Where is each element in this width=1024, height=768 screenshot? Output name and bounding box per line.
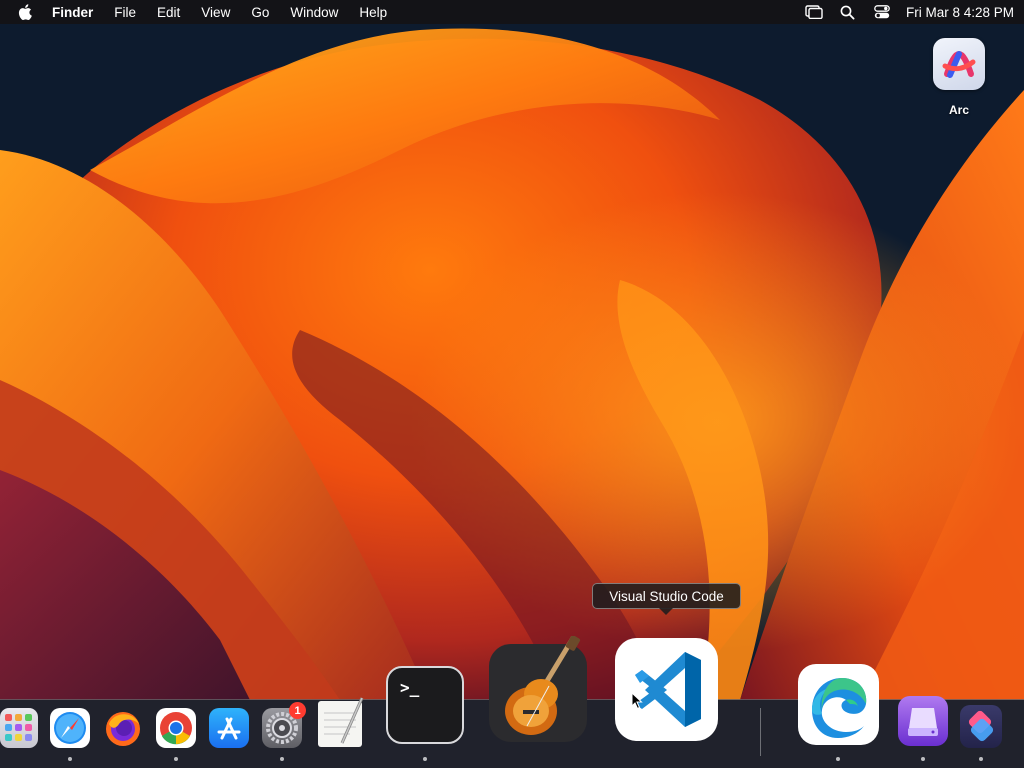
screen-mirroring-icon[interactable]: [804, 4, 824, 20]
dock-item-garageband[interactable]: [489, 635, 589, 746]
terminal-prompt: >_: [400, 678, 420, 697]
running-indicator: [68, 757, 72, 761]
dock-item-launchpad[interactable]: [0, 708, 38, 748]
edge-icon: [798, 664, 879, 745]
menu-clock[interactable]: Fri Mar 8 4:28 PM: [906, 5, 1014, 20]
terminal-icon: >_: [386, 666, 464, 744]
dock-item-textedit[interactable]: [316, 695, 366, 748]
dock-item-vscode[interactable]: [615, 638, 718, 741]
dock-item-terminal[interactable]: >_: [386, 666, 464, 744]
dock-item-chrome[interactable]: [156, 708, 196, 748]
menu-go[interactable]: Go: [251, 5, 269, 20]
dock-item-edge[interactable]: [798, 664, 879, 745]
menu-app-name[interactable]: Finder: [52, 5, 93, 20]
notification-badge: 1: [289, 702, 306, 719]
textedit-icon: [316, 695, 366, 748]
chrome-icon: [156, 708, 196, 748]
menu-bar: Finder File Edit View Go Window Help Fri…: [0, 0, 1024, 24]
tooltip-arrow: [659, 608, 673, 615]
menu-edit[interactable]: Edit: [157, 5, 180, 20]
running-indicator: [280, 757, 284, 761]
launchpad-icon: [0, 708, 38, 748]
shortcuts-icon: [960, 705, 1002, 748]
dock-item-shortcuts[interactable]: [960, 705, 1002, 748]
dock-item-app-store[interactable]: [209, 708, 249, 748]
dock-separator: [760, 708, 761, 756]
menu-window[interactable]: Window: [290, 5, 338, 20]
dock-item-safari[interactable]: [50, 708, 90, 748]
running-indicator: [921, 757, 925, 761]
running-indicator: [979, 757, 983, 761]
desktop-icon-arc[interactable]: Arc: [918, 38, 1000, 117]
mouse-cursor-icon: [631, 691, 643, 715]
running-indicator: [423, 757, 427, 761]
arc-browser-icon: [933, 38, 985, 90]
dock-item-system-settings[interactable]: 1: [262, 702, 306, 748]
menu-view[interactable]: View: [201, 5, 230, 20]
running-indicator: [836, 757, 840, 761]
app-store-icon: [209, 708, 249, 748]
dock-item-storage[interactable]: [898, 696, 948, 746]
storage-icon: [898, 696, 948, 746]
apple-menu-icon[interactable]: [18, 3, 34, 21]
safari-icon: [50, 708, 90, 748]
spotlight-search-icon[interactable]: [838, 4, 858, 20]
running-indicator: [174, 757, 178, 761]
vscode-icon: [615, 638, 718, 741]
desktop-icon-label: Arc: [948, 103, 969, 117]
menu-file[interactable]: File: [114, 5, 136, 20]
firefox-icon: [103, 708, 143, 748]
dock-item-firefox[interactable]: [103, 708, 143, 748]
menu-help[interactable]: Help: [359, 5, 387, 20]
control-center-icon[interactable]: [872, 4, 892, 20]
garageband-icon: [489, 635, 589, 746]
dock-tooltip: Visual Studio Code: [592, 583, 741, 609]
